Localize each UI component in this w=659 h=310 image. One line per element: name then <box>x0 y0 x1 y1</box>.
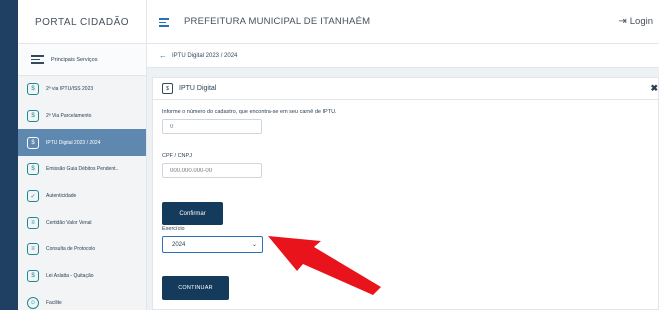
document-icon: ≡ <box>27 243 39 256</box>
breadcrumb: ← IPTU Digital 2023 / 2024 <box>147 44 659 68</box>
sidebar-item-label: 2ª via IPTU/ISS 2023 <box>46 86 94 93</box>
sidebar-item-facilite[interactable]: ☺ Facilite <box>18 290 146 310</box>
document-icon: ✓ <box>27 190 39 203</box>
sidebar-item-2via-iptu[interactable]: $ 2ª via IPTU/ISS 2023 <box>18 76 146 103</box>
page-header-title: PREFEITURA MUNICIPAL DE ITANHAÉM <box>184 16 371 27</box>
login-label: Login <box>629 16 653 27</box>
sidebar-header[interactable]: Principais Serviços <box>18 44 146 76</box>
top-header: PORTAL CIDADÃO PREFEITURA MUNICIPAL DE I… <box>18 0 659 44</box>
page-frame: PORTAL CIDADÃO PREFEITURA MUNICIPAL DE I… <box>0 0 659 310</box>
sidebar-item-label: Consulta de Protocolo <box>46 246 96 253</box>
sidebar-item-autenticidade[interactable]: ✓ Autenticidade <box>18 183 146 210</box>
cadastro-label: Informe o número do cadastro, que encont… <box>162 109 337 115</box>
card-header: $ IPTU Digital ✖ <box>153 78 658 100</box>
document-icon: $ <box>27 110 39 123</box>
continue-button[interactable]: CONTINUAR <box>162 276 229 300</box>
sidebar-item-label: IPTU Digital 2023 / 2024 <box>46 139 101 146</box>
close-icon[interactable]: ✖ <box>650 83 658 94</box>
sidebar-item-certidao-valor-venal[interactable]: ≡ Certidão Valor Venal <box>18 209 146 236</box>
sidebar: Principais Serviços $ 2ª via IPTU/ISS 20… <box>18 44 147 310</box>
menu-icon[interactable] <box>159 18 169 27</box>
cpf-label: CPF / CNPJ <box>162 153 192 159</box>
sidebar-item-label: Facilite <box>46 299 62 306</box>
exercicio-select[interactable]: 2024 ⌄ <box>162 236 263 253</box>
sidebar-item-iptu-digital[interactable]: $ IPTU Digital 2023 / 2024 <box>18 129 146 157</box>
breadcrumb-label: IPTU Digital 2023 / 2024 <box>172 52 238 59</box>
login-button[interactable]: ⇥ Login <box>618 16 653 27</box>
main-content: ← IPTU Digital 2023 / 2024 $ IPTU Digita… <box>147 44 659 310</box>
sidebar-item-label: Emissão Guia Débitos Pendent.. <box>46 166 119 173</box>
sidebar-header-label: Principais Serviços <box>51 56 98 63</box>
sidebar-item-label: Autenticidade <box>46 193 77 200</box>
back-arrow-icon[interactable]: ← <box>159 51 167 60</box>
sidebar-item-lei-aslatta[interactable]: $ Lei Aslatta - Quitação <box>18 263 146 290</box>
hamburger-icon <box>31 53 44 66</box>
sidebar-item-label: Lei Aslatta - Quitação <box>46 273 94 280</box>
document-icon: ≡ <box>27 216 39 229</box>
document-icon: $ <box>27 136 39 149</box>
card-title: IPTU Digital <box>179 85 217 92</box>
sidebar-item-consulta-protocolo[interactable]: ≡ Consulta de Protocolo <box>18 236 146 263</box>
chevron-down-icon: ⌄ <box>251 242 257 248</box>
confirm-button[interactable]: Confirmar <box>162 202 223 225</box>
document-icon: $ <box>27 163 39 176</box>
cpf-input[interactable] <box>162 163 262 178</box>
sidebar-item-label: Certidão Valor Venal <box>46 219 92 226</box>
sidebar-item-label: 2ª Via Parcelamento <box>46 113 92 120</box>
document-icon: $ <box>27 83 39 96</box>
portal-brand[interactable]: PORTAL CIDADÃO <box>18 0 147 44</box>
sidebar-item-emissao-guia[interactable]: $ Emissão Guia Débitos Pendent.. <box>18 156 146 183</box>
cadastro-input[interactable] <box>162 119 262 134</box>
sidebar-item-2via-parcelamento[interactable]: $ 2ª Via Parcelamento <box>18 103 146 130</box>
login-icon: ⇥ <box>618 16 627 27</box>
exercicio-label: Exercício <box>162 226 185 232</box>
iptu-card: $ IPTU Digital ✖ Informe o número do cad… <box>152 77 659 310</box>
exercicio-value: 2024 <box>172 241 186 248</box>
headset-icon: ☺ <box>27 296 39 309</box>
document-icon: $ <box>27 270 39 283</box>
document-icon: $ <box>162 83 173 94</box>
